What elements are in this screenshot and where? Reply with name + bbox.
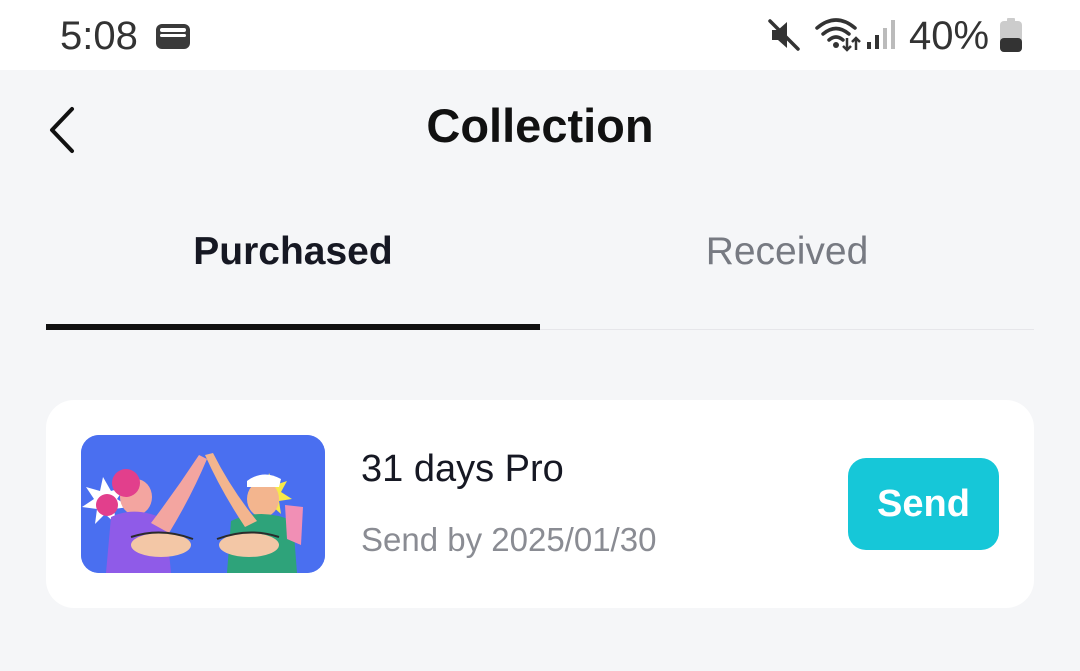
collection-item-card: 31 days Pro Send by 2025/01/30 Send — [46, 400, 1034, 608]
item-thumbnail — [81, 435, 325, 573]
header: Collection — [0, 70, 1080, 185]
wifi-icon — [815, 18, 861, 52]
status-time: 5:08 — [60, 14, 138, 58]
battery-icon — [1000, 18, 1022, 52]
tab-bar: Purchased Received — [46, 200, 1034, 331]
item-title: 31 days Pro — [361, 448, 564, 490]
status-bar: 5:08 40% — [0, 0, 1080, 70]
page-title: Collection — [426, 99, 654, 152]
send-button[interactable]: Send — [848, 458, 999, 550]
tab-received[interactable]: Received — [540, 230, 1034, 274]
signal-icon — [867, 20, 895, 49]
item-subtitle: Send by 2025/01/30 — [361, 521, 657, 558]
active-tab-indicator — [46, 324, 540, 330]
mute-icon — [768, 19, 800, 51]
battery-percentage: 40% — [909, 14, 990, 58]
high-five-illustration — [81, 435, 325, 573]
wallet-icon — [156, 24, 190, 49]
tab-purchased[interactable]: Purchased — [46, 230, 540, 274]
